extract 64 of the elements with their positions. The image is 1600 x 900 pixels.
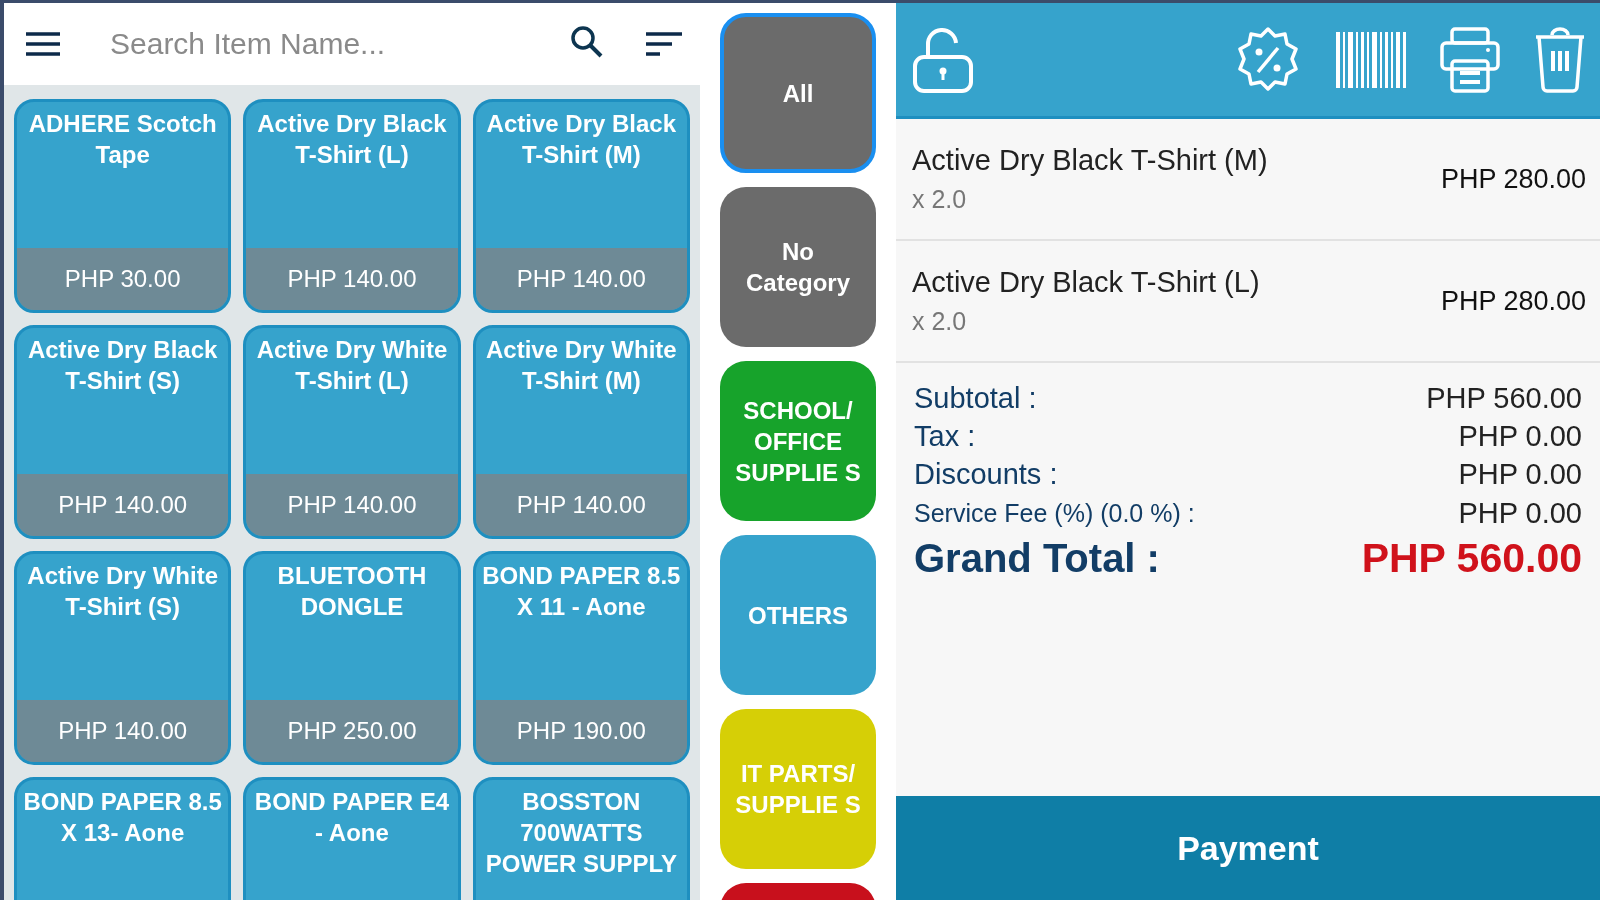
category-button[interactable]: SCHOOL/ OFFICE SUPPLIE S — [720, 361, 876, 521]
cart-item-quantity: x 2.0 — [912, 307, 968, 336]
total-value: PHP 0.00 — [1458, 457, 1582, 491]
category-button[interactable]: No Category — [720, 187, 876, 347]
grand-total-label: Grand Total : — [914, 535, 1160, 581]
item-name: BLUETOOTH DONGLE — [276, 561, 428, 622]
item-tile[interactable]: BOND PAPER E4 - Aone — [243, 777, 461, 900]
item-name: Active Dry White T-Shirt (L) — [255, 335, 449, 396]
item-name: Active Dry White T-Shirt (M) — [484, 335, 678, 396]
item-name: Active Dry White T-Shirt (S) — [26, 561, 219, 622]
item-tile[interactable]: Active Dry White T-Shirt (M) PHP 140.00 — [472, 325, 690, 539]
cart-item[interactable]: Active Dry Black T-Shirt (M) x 2.0 PHP 280.00 — [896, 119, 1600, 241]
total-value: PHP 560.00 — [1426, 381, 1582, 415]
category-button[interactable]: OTHERS — [720, 535, 876, 695]
item-name: Active Dry Black T-Shirt (L) — [256, 109, 448, 170]
item-name: BOND PAPER E4 - Aone — [253, 787, 451, 848]
total-value: PHP 0.00 — [1458, 496, 1582, 530]
item-tile[interactable]: BLUETOOTH DONGLE PHP 250.00 — [243, 551, 461, 765]
item-tile[interactable]: BOND PAPER 8.5 X 13- Aone — [14, 777, 232, 900]
item-tile[interactable]: ADHERE Scotch Tape PHP 30.00 — [14, 99, 232, 313]
sort-icon[interactable] — [646, 31, 682, 57]
item-price: PHP 140.00 — [17, 700, 229, 762]
category-button[interactable]: All — [720, 13, 876, 173]
item-tile[interactable]: BOND PAPER 8.5 X 11 - Aone PHP 190.00 — [472, 551, 690, 765]
cart-item-amount: PHP 280.00 — [1440, 163, 1586, 195]
item-tile[interactable]: Active Dry White T-Shirt (L) PHP 140.00 — [243, 325, 461, 539]
cart-item-name: Active Dry Black T-Shirt (L) — [912, 266, 1261, 299]
item-price: PHP 140.00 — [475, 248, 687, 310]
barcode-icon[interactable] — [1336, 31, 1406, 88]
total-value: PHP 0.00 — [1458, 419, 1582, 453]
item-name: Active Dry Black T-Shirt (S) — [26, 335, 219, 396]
item-price: PHP 140.00 — [246, 248, 458, 310]
item-name: ADHERE Scotch Tape — [27, 109, 218, 170]
search-field[interactable]: Search Item Name... — [108, 26, 550, 62]
cart-item-quantity: x 2.0 — [912, 185, 968, 214]
grand-total-value: PHP 560.00 — [1361, 534, 1582, 582]
printer-icon[interactable] — [1440, 26, 1500, 93]
item-name: Active Dry Black T-Shirt (M) — [485, 109, 678, 170]
unlock-icon[interactable] — [912, 26, 974, 93]
item-name: BOSSTON 700WATTS POWER SUPPLY — [484, 787, 678, 879]
cart-item-amount: PHP 280.00 — [1440, 285, 1586, 317]
item-price: PHP 250.00 — [246, 700, 458, 762]
total-label: Discounts : — [914, 457, 1058, 491]
cart-item[interactable]: Active Dry Black T-Shirt (L) x 2.0 PHP 280.00 — [896, 241, 1600, 363]
item-price: PHP 30.00 — [17, 248, 229, 310]
item-tile[interactable]: BOSSTON 700WATTS POWER SUPPLY — [472, 777, 690, 900]
search-icon[interactable] — [570, 25, 604, 59]
item-tile[interactable]: Active Dry Black T-Shirt (L) PHP 140.00 — [243, 99, 461, 313]
item-price: PHP 140.00 — [475, 474, 687, 536]
menu-icon[interactable] — [26, 31, 60, 57]
total-label: Service Fee (%) (0.0 %) : — [914, 498, 1195, 528]
item-tile[interactable]: Active Dry Black T-Shirt (S) PHP 140.00 — [14, 325, 232, 539]
item-tile[interactable]: Active Dry Black T-Shirt (M) PHP 140.00 — [472, 99, 690, 313]
item-price: PHP 140.00 — [17, 474, 229, 536]
item-price: PHP 190.00 — [475, 700, 687, 762]
trash-icon[interactable] — [1534, 26, 1586, 93]
payment-button[interactable]: Payment — [896, 796, 1600, 900]
item-name: BOND PAPER 8.5 X 11 - Aone — [481, 561, 682, 622]
item-tile[interactable]: Active Dry White T-Shirt (S) PHP 140.00 — [14, 551, 232, 765]
item-name: BOND PAPER 8.5 X 13- Aone — [22, 787, 223, 848]
total-label: Subtotal : — [914, 381, 1037, 415]
total-label: Tax : — [914, 419, 976, 453]
item-price: PHP 140.00 — [246, 474, 458, 536]
cart-item-name: Active Dry Black T-Shirt (M) — [912, 144, 1269, 177]
